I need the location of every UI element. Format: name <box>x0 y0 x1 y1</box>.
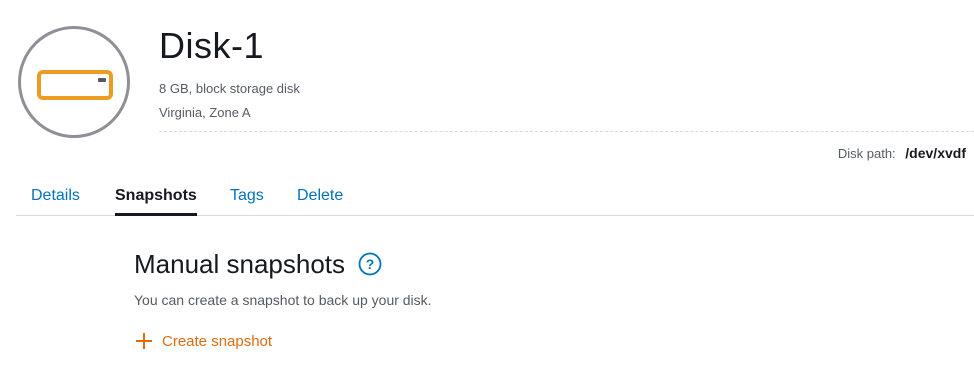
tab-details[interactable]: Details <box>31 186 80 206</box>
plus-icon <box>136 333 152 349</box>
disk-avatar <box>18 26 130 138</box>
tab-snapshots[interactable]: Snapshots <box>115 186 197 216</box>
create-snapshot-label: Create snapshot <box>162 332 273 350</box>
tab-tags[interactable]: Tags <box>230 186 264 206</box>
tab-delete[interactable]: Delete <box>297 186 343 206</box>
svg-text:?: ? <box>366 256 375 272</box>
disk-path-label: Disk path: <box>837 146 896 161</box>
snapshots-description: You can create a snapshot to back up you… <box>134 292 432 308</box>
disk-description: 8 GB, block storage disk <box>159 81 300 96</box>
header-divider <box>159 131 974 132</box>
tab-bar: Details Snapshots Tags Delete <box>16 180 974 216</box>
disk-title: Disk-1 <box>159 25 265 66</box>
create-snapshot-button[interactable]: Create snapshot <box>134 330 272 352</box>
block-storage-disk-icon <box>37 70 113 100</box>
disk-path-value: /dev/xvdf <box>905 145 966 161</box>
manual-snapshots-heading: Manual snapshots <box>134 249 346 279</box>
disk-path: Disk path: /dev/xvdf <box>838 145 966 162</box>
disk-location: Virginia, Zone A <box>159 105 251 120</box>
question-circle-icon[interactable]: ? <box>358 252 382 276</box>
